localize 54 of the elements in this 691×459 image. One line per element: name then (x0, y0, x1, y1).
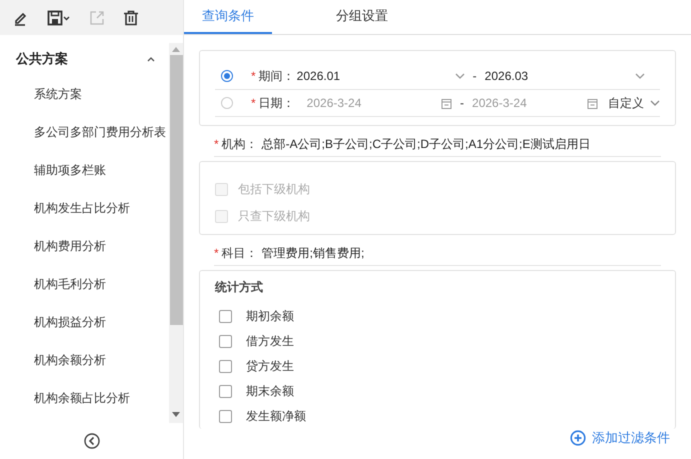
scheme-item[interactable]: 机构余额分析 (0, 341, 169, 379)
org-value[interactable]: 总部-A公司;B子公司;C子公司;D子公司;A1分公司;E测试启用日 (262, 136, 590, 152)
checkbox-label: 只查下级机构 (238, 208, 310, 225)
scheme-item[interactable]: 机构余额占比分析 (0, 379, 169, 417)
chevron-down-icon (454, 73, 465, 79)
period-end-select[interactable]: 2026.03 (484, 69, 645, 83)
calendar-icon (587, 98, 598, 108)
range-dash: - (472, 69, 477, 83)
add-filter-button[interactable]: 添加过滤条件 (570, 429, 670, 447)
radio-button[interactable] (221, 70, 233, 82)
checkbox-label: 期初余额 (246, 308, 294, 325)
checkbox[interactable] (219, 360, 232, 373)
field-label: 机构： (222, 136, 258, 152)
scheme-item[interactable]: 系统方案 (0, 75, 169, 113)
checkbox-label: 期末余额 (246, 383, 294, 400)
chevron-icon (147, 56, 155, 62)
checkbox-label: 贷方发生 (246, 358, 294, 375)
required-mark: * (251, 96, 256, 110)
checkbox[interactable] (219, 410, 232, 423)
section-title: 统计方式 (215, 279, 264, 296)
tab[interactable]: 查询条件 (184, 0, 272, 34)
group-header[interactable]: 公共方案 (0, 43, 169, 75)
chevron-down-icon (634, 73, 645, 79)
scheme-item[interactable]: 机构费用分析 (0, 227, 169, 265)
scheme-item[interactable]: 机构毛利分析 (0, 265, 169, 303)
checkbox[interactable] (219, 385, 232, 398)
scheme-item[interactable]: 机构损益分析 (0, 303, 169, 341)
scheme-item[interactable]: 多公司多部门费用分析表 (0, 113, 169, 151)
radio-button[interactable] (221, 97, 233, 109)
period-start-select[interactable]: 2026.01 (294, 69, 465, 83)
required-mark: * (214, 137, 219, 151)
tab[interactable]: 分组设置 (318, 0, 406, 34)
field-label: 期间： (258, 68, 295, 84)
subject-value[interactable]: 管理费用;销售费用; (262, 244, 364, 262)
chevron-down-icon (650, 100, 660, 106)
plus-circle-icon (570, 430, 586, 446)
calendar-icon (441, 98, 452, 108)
scroll-up-icon[interactable] (172, 47, 180, 52)
checkbox-label: 包括下级机构 (238, 181, 310, 198)
collapse-icon[interactable] (84, 433, 100, 449)
scheme-item[interactable]: 辅助项多栏账 (0, 151, 169, 189)
scheme-item[interactable]: 机构发生占比分析 (0, 189, 169, 227)
range-dash: - (460, 96, 464, 110)
field-label: 科目： (222, 244, 258, 262)
checkbox[interactable] (219, 335, 232, 348)
scrollbar[interactable] (169, 43, 183, 423)
checkbox[interactable] (219, 310, 232, 323)
checkbox-label: 借方发生 (246, 333, 294, 350)
scroll-down-icon[interactable] (172, 412, 180, 417)
field-label: 日期： (258, 94, 295, 112)
required-mark: * (214, 246, 219, 260)
preset-select[interactable]: 自定义 (608, 94, 660, 112)
required-mark: * (251, 69, 256, 83)
checkbox-label: 发生额净额 (246, 408, 306, 425)
